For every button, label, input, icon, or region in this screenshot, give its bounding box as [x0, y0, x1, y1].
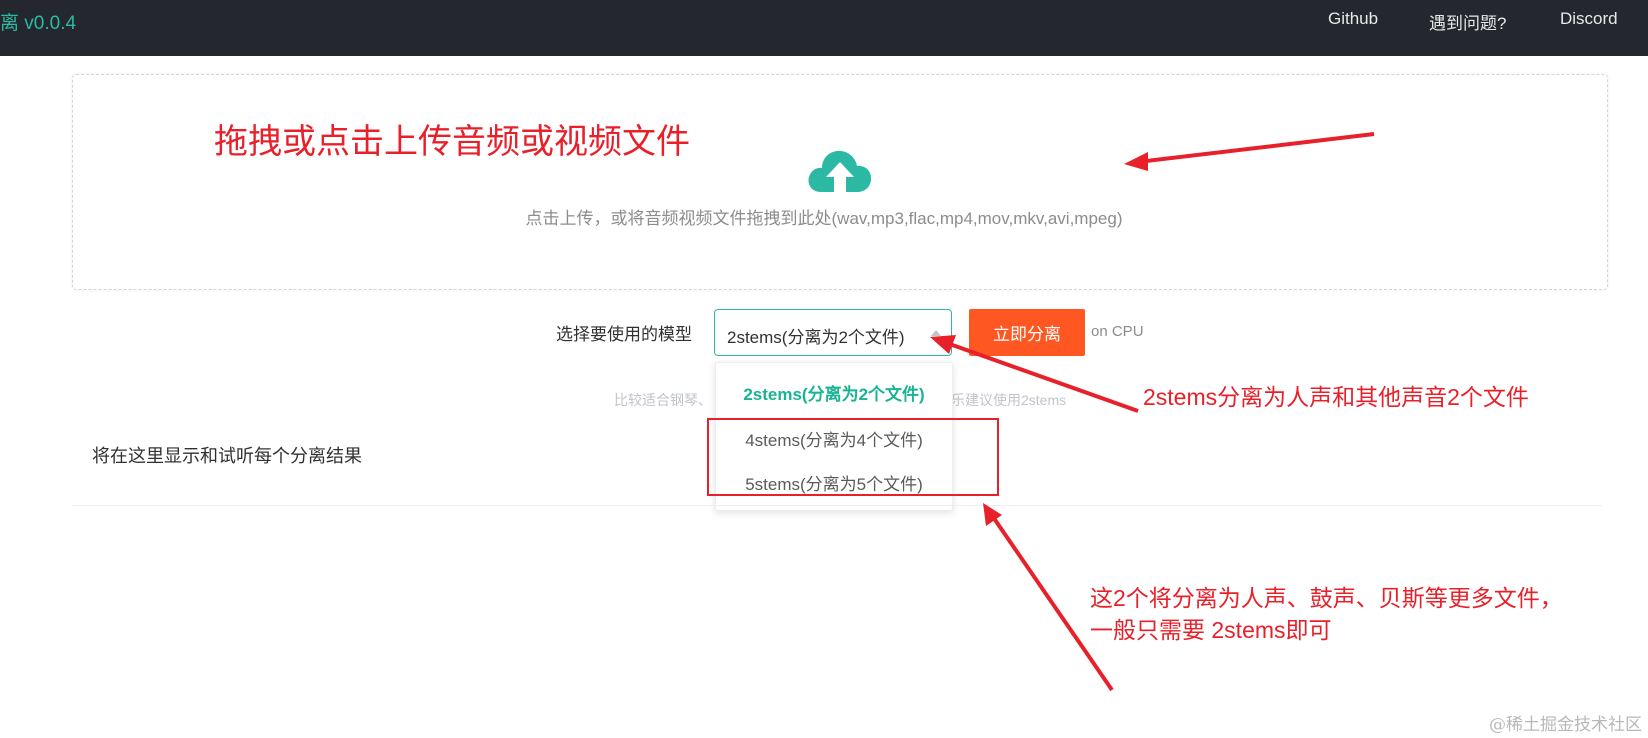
model-select[interactable]: 2stems(分离为2个文件): [714, 309, 952, 356]
results-placeholder: 将在这里显示和试听每个分离结果: [92, 446, 362, 466]
model-hint-left: 比较适合钢琴、: [614, 392, 712, 408]
nav-discord-link[interactable]: Discord: [1560, 9, 1618, 29]
watermark-text: @稀土掘金技术社区: [1489, 715, 1642, 735]
annotation-more-stems-note: 这2个将分离为人声、鼓声、贝斯等更多文件， 一般只需要 2stems即可: [1090, 582, 1563, 646]
annotation-arrowhead-more-stems: [983, 503, 1002, 526]
model-dropdown-menu: 2stems(分离为2个文件) 4stems(分离为4个文件) 5stems(分…: [715, 362, 953, 511]
nav-github-link[interactable]: Github: [1328, 9, 1378, 29]
model-select-value: 2stems(分离为2个文件): [727, 328, 905, 347]
top-navbar: 离 v0.0.4 Github 遇到问题? Discord: [0, 0, 1648, 56]
nav-help-link[interactable]: 遇到问题?: [1429, 9, 1506, 34]
caret-up-icon: [931, 330, 941, 336]
model-option-4stems[interactable]: 4stems(分离为4个文件): [716, 426, 952, 451]
separate-now-button[interactable]: 立即分离: [969, 309, 1085, 356]
model-option-2stems[interactable]: 2stems(分离为2个文件): [716, 380, 952, 405]
device-label: on CPU: [1091, 323, 1144, 340]
annotation-more-stems-line1: 这2个将分离为人声、鼓声、贝斯等更多文件，: [1090, 585, 1563, 611]
results-divider: [72, 505, 1602, 506]
model-option-5stems[interactable]: 5stems(分离为5个文件): [716, 470, 952, 495]
annotation-more-stems-line2: 一般只需要 2stems即可: [1090, 617, 1332, 643]
cloud-upload-icon[interactable]: [807, 148, 873, 194]
upload-hint-text: 点击上传，或将音频视频文件拖拽到此处(wav,mp3,flac,mp4,mov,…: [525, 209, 1123, 228]
annotation-upload-note: 拖拽或点击上传音频或视频文件: [214, 123, 690, 161]
app-brand[interactable]: 离 v0.0.4: [0, 8, 76, 35]
model-select-label: 选择要使用的模型: [556, 325, 692, 344]
model-hint-right: 乐建议使用2stems: [951, 392, 1067, 408]
annotation-2stems-note: 2stems分离为人声和其他声音2个文件: [1143, 384, 1529, 410]
